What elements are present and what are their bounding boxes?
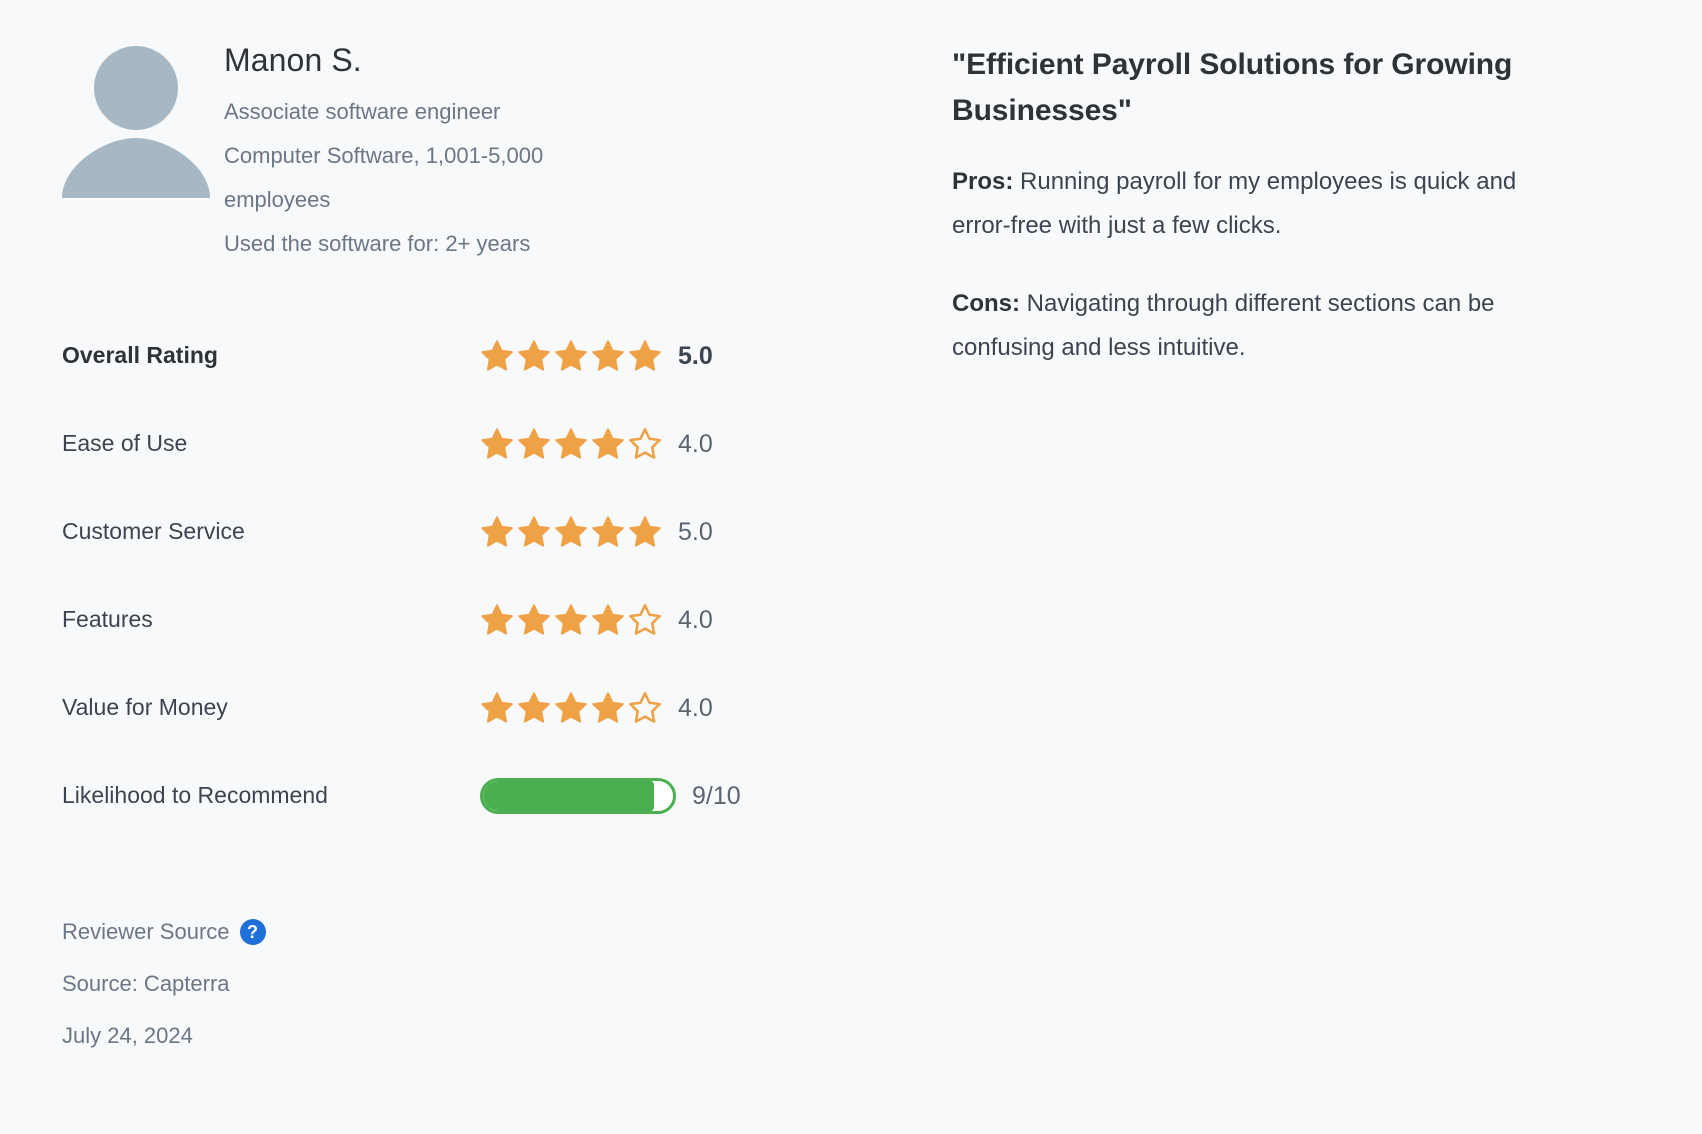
reviewer-details: Manon S. Associate software engineer Com… — [224, 30, 644, 266]
star-filled-icon — [592, 340, 624, 371]
star-filled-icon — [518, 692, 550, 723]
star-filled-icon — [518, 340, 550, 371]
reviewer-industry-size: Computer Software, 1,001-5,000 employees — [224, 143, 544, 212]
rating-row: Features 4.0 — [62, 576, 880, 664]
star-empty-icon — [628, 691, 662, 723]
review-cons-label: Cons: — [952, 290, 1020, 317]
help-question-icon[interactable]: ? — [239, 919, 266, 945]
rating-label-ease-of-use: Ease of Use — [62, 430, 188, 457]
source-block: Reviewer Source ? Source: Capterra July … — [62, 906, 880, 1062]
star-rating-value-for-money — [480, 691, 662, 725]
rating-number-features: 4.0 — [678, 605, 713, 634]
rating-number-value-for-money: 4.0 — [678, 693, 713, 722]
likelihood-score-text: 9/10 — [692, 781, 741, 810]
review-cons-text: Navigating through different sections ca… — [952, 290, 1495, 361]
review-pros: Pros: Running payroll for my employees i… — [952, 160, 1560, 248]
reviewer-source-label: Reviewer Source — [62, 919, 230, 944]
review-pros-label: Pros: — [952, 168, 1014, 195]
star-rating-overall-rating — [480, 339, 662, 373]
star-filled-icon — [555, 428, 587, 459]
rating-row: Customer Service 5.0 — [62, 488, 880, 576]
star-filled-icon — [481, 340, 513, 371]
star-filled-icon — [592, 692, 624, 723]
star-filled-icon — [481, 428, 513, 459]
star-filled-icon — [555, 604, 587, 635]
star-filled-icon — [481, 692, 513, 723]
review-source: Source: Capterra — [62, 971, 230, 996]
reviewer-source-row: Reviewer Source ? — [62, 906, 880, 958]
rating-label-likelihood-to-recommend: Likelihood to Recommend — [62, 782, 328, 809]
likelihood-progress-fill — [483, 781, 654, 811]
review-pros-text: Running payroll for my employees is quic… — [952, 168, 1517, 239]
rating-number-overall-rating: 5.0 — [678, 341, 713, 370]
star-rating-customer-service — [480, 515, 662, 549]
star-filled-icon — [592, 604, 624, 635]
rating-row: Overall Rating 5.0 — [62, 312, 880, 400]
star-filled-icon — [518, 604, 550, 635]
star-filled-icon — [592, 428, 624, 459]
rating-label-value-for-money: Value for Money — [62, 694, 228, 721]
star-filled-icon — [555, 692, 587, 723]
review-date: July 24, 2024 — [62, 1023, 193, 1048]
star-rating-ease-of-use — [480, 427, 662, 461]
rating-number-ease-of-use: 4.0 — [678, 429, 713, 458]
rating-value-features: 4.0 — [480, 603, 713, 637]
star-filled-icon — [481, 516, 513, 547]
star-empty-icon — [628, 427, 662, 459]
star-rating-features — [480, 603, 662, 637]
rating-value-value-for-money: 4.0 — [480, 691, 713, 725]
star-empty-icon — [628, 603, 662, 635]
rating-value-ease-of-use: 4.0 — [480, 427, 713, 461]
review-card: Manon S. Associate software engineer Com… — [0, 0, 1702, 1134]
review-cons: Cons: Navigating through different secti… — [952, 282, 1560, 370]
star-filled-icon — [518, 516, 550, 547]
review-meta-column: Manon S. Associate software engineer Com… — [0, 0, 880, 1134]
likelihood-progress-bar — [480, 778, 676, 814]
rating-value-overall-rating: 5.0 — [480, 339, 713, 373]
rating-value-likelihood-to-recommend: 9/10 — [480, 778, 741, 814]
rating-row: Ease of Use 4.0 — [62, 400, 880, 488]
rating-label-features: Features — [62, 606, 153, 633]
star-filled-icon — [555, 340, 587, 371]
star-filled-icon — [629, 516, 661, 547]
rating-value-customer-service: 5.0 — [480, 515, 713, 549]
rating-number-customer-service: 5.0 — [678, 517, 713, 546]
rating-label-overall-rating: Overall Rating — [62, 342, 218, 369]
review-title: "Efficient Payroll Solutions for Growing… — [952, 48, 1513, 127]
star-filled-icon — [481, 604, 513, 635]
star-filled-icon — [629, 340, 661, 371]
user-avatar-icon — [62, 38, 210, 198]
star-filled-icon — [518, 428, 550, 459]
rating-row-likelihood-to-recommend: Likelihood to Recommend 9/10 — [62, 752, 880, 840]
reviewer-name: Manon S. — [224, 42, 362, 78]
reviewer-block: Manon S. Associate software engineer Com… — [62, 30, 880, 266]
reviewer-job-title: Associate software engineer — [224, 99, 501, 124]
star-filled-icon — [555, 516, 587, 547]
rating-row: Value for Money 4.0 — [62, 664, 880, 752]
reviewer-usage-duration: Used the software for: 2+ years — [224, 231, 531, 256]
star-filled-icon — [592, 516, 624, 547]
rating-label-customer-service: Customer Service — [62, 518, 245, 545]
review-body-column: "Efficient Payroll Solutions for Growing… — [880, 0, 1640, 1134]
ratings-list: Overall Rating 5.0 Ease of Use 4.0 Custo… — [62, 312, 880, 840]
